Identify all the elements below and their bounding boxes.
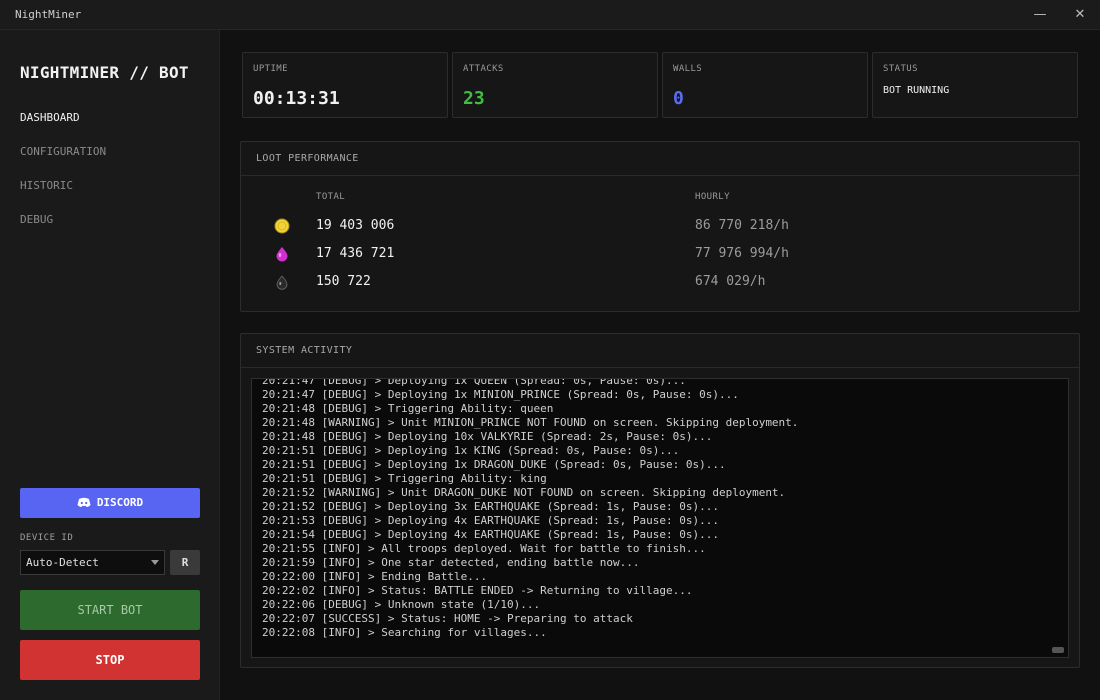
log-line: 20:21:55 [INFO] > All troops deployed. W… — [262, 542, 706, 555]
loot-performance-panel: LOOT PERFORMANCE TOTAL HOURLY 19 403 006… — [240, 141, 1080, 312]
uptime-value: 00:13:31 — [253, 88, 340, 109]
elixir-drop-icon — [276, 247, 288, 262]
window-title: NightMiner — [15, 8, 82, 21]
log-line: 20:21:51 [DEBUG] > Deploying 1x DRAGON_D… — [262, 458, 726, 471]
log-line: 20:21:53 [DEBUG] > Deploying 4x EARTHQUA… — [262, 514, 719, 527]
log-line: 20:22:00 [INFO] > Ending Battle... — [262, 570, 488, 583]
system-activity-panel: SYSTEM ACTIVITY 20:21:47 [DEBUG] > Deplo… — [240, 333, 1080, 668]
uptime-card: UPTIME 00:13:31 — [242, 52, 448, 118]
gold-total: 19 403 006 — [316, 218, 395, 233]
attacks-value: 23 — [463, 88, 485, 109]
elixir-hourly: 77 976 994/h — [695, 246, 789, 261]
log-line: 20:21:48 [DEBUG] > Deploying 10x VALKYRI… — [262, 430, 713, 443]
close-button[interactable]: ✕ — [1070, 6, 1090, 24]
log-line: 20:22:08 [INFO] > Searching for villages… — [262, 626, 547, 639]
dark-elixir-icon — [276, 275, 288, 290]
log-line: 20:21:51 [DEBUG] > Triggering Ability: k… — [262, 472, 547, 485]
attacks-label: ATTACKS — [463, 64, 504, 74]
main-content: UPTIME 00:13:31 ATTACKS 23 WALLS 0 STATU… — [0, 30, 1100, 700]
log-line: 20:21:47 [DEBUG] > Deploying 1x QUEEN (S… — [262, 378, 686, 387]
dark-elixir-hourly: 674 029/h — [695, 274, 766, 289]
activity-log[interactable]: 20:21:47 [DEBUG] > Deploying 1x QUEEN (S… — [251, 378, 1069, 658]
loot-performance-title: LOOT PERFORMANCE — [256, 153, 359, 164]
title-bar: NightMiner — ✕ — [0, 0, 1100, 30]
system-activity-title: SYSTEM ACTIVITY — [256, 345, 353, 356]
log-line: 20:21:52 [WARNING] > Unit DRAGON_DUKE NO… — [262, 486, 786, 499]
log-line: 20:21:59 [INFO] > One star detected, end… — [262, 556, 640, 569]
elixir-total: 17 436 721 — [316, 246, 395, 261]
panel-divider — [241, 367, 1079, 368]
walls-label: WALLS — [673, 64, 703, 74]
walls-card: WALLS 0 — [662, 52, 868, 118]
log-line: 20:21:47 [DEBUG] > Deploying 1x MINION_P… — [262, 388, 739, 401]
walls-value: 0 — [673, 88, 684, 109]
attacks-card: ATTACKS 23 — [452, 52, 658, 118]
log-line: 20:21:51 [DEBUG] > Deploying 1x KING (Sp… — [262, 444, 680, 457]
loot-row-gold: 19 403 006 86 770 218/h — [241, 215, 1079, 235]
log-scrollbar-handle[interactable] — [1052, 647, 1064, 653]
gold-hourly: 86 770 218/h — [695, 218, 789, 233]
log-line: 20:21:48 [DEBUG] > Triggering Ability: q… — [262, 402, 554, 415]
loot-row-dark-elixir: 150 722 674 029/h — [241, 271, 1079, 291]
uptime-label: UPTIME — [253, 64, 288, 74]
loot-row-elixir: 17 436 721 77 976 994/h — [241, 243, 1079, 263]
status-label: STATUS — [883, 64, 918, 74]
log-line: 20:22:06 [DEBUG] > Unknown state (1/10).… — [262, 598, 541, 611]
hourly-column-header: HOURLY — [695, 192, 730, 202]
status-value: BOT RUNNING — [883, 85, 950, 96]
log-line: 20:22:02 [INFO] > Status: BATTLE ENDED -… — [262, 584, 693, 597]
log-line: 20:21:48 [WARNING] > Unit MINION_PRINCE … — [262, 416, 799, 429]
log-line: 20:22:07 [SUCCESS] > Status: HOME -> Pre… — [262, 612, 633, 625]
total-column-header: TOTAL — [316, 192, 346, 202]
log-line: 20:21:52 [DEBUG] > Deploying 3x EARTHQUA… — [262, 500, 719, 513]
dark-elixir-total: 150 722 — [316, 274, 371, 289]
log-line: 20:21:54 [DEBUG] > Deploying 4x EARTHQUA… — [262, 528, 719, 541]
panel-divider — [241, 175, 1079, 176]
log-lines: 20:21:47 [DEBUG] > Deploying 1x QUEEN (S… — [262, 378, 1048, 640]
gold-coin-icon — [274, 218, 290, 234]
status-card: STATUS BOT RUNNING — [872, 52, 1078, 118]
minimize-button[interactable]: — — [1030, 6, 1050, 24]
